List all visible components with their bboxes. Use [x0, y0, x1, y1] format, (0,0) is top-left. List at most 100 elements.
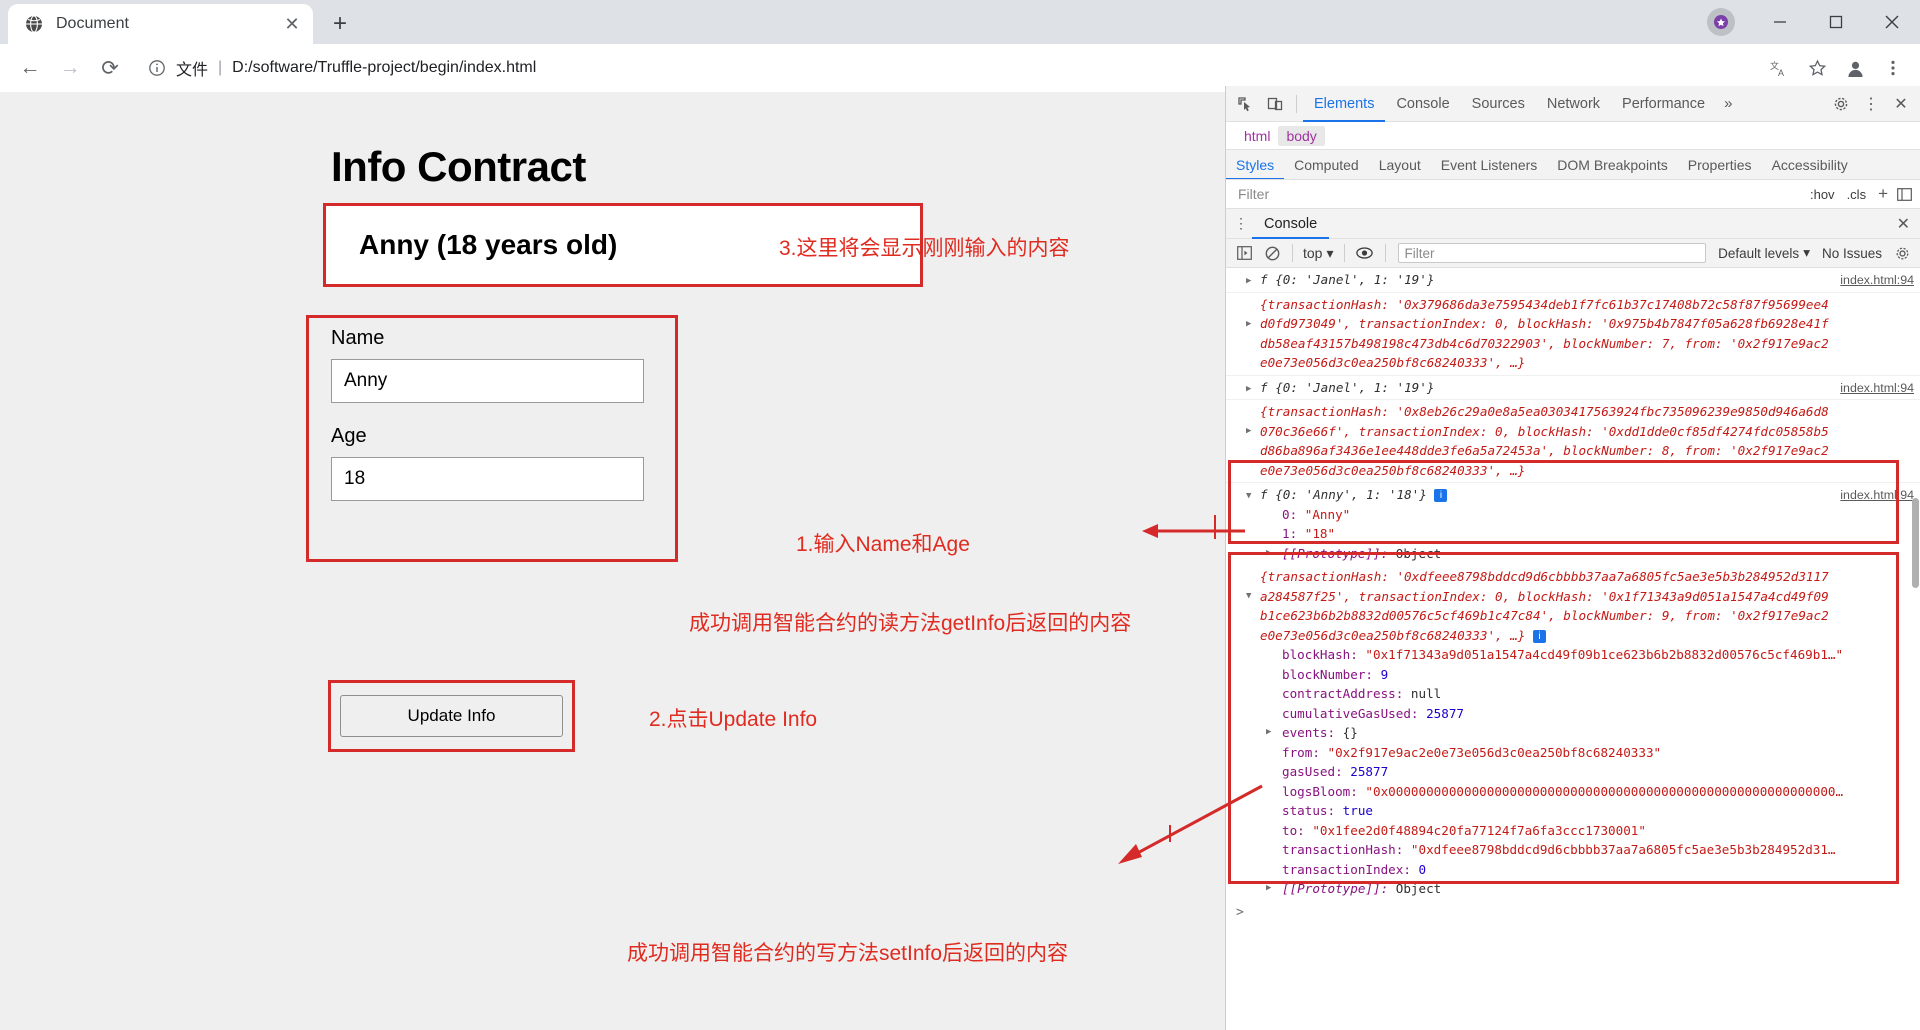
drawer-kebab-icon[interactable]: ⋮ — [1230, 215, 1252, 232]
console-source-link[interactable]: index.html:94 — [1840, 486, 1914, 506]
back-button[interactable]: ← — [10, 48, 50, 88]
expand-arrow-icon[interactable]: ▶ — [1266, 879, 1271, 899]
console-fn-prefix: f — [1260, 379, 1268, 395]
form-spacer — [331, 403, 676, 425]
tab-accessibility[interactable]: Accessibility — [1762, 150, 1858, 179]
info-circle-icon[interactable] — [148, 59, 166, 77]
new-tab-button[interactable]: + — [323, 7, 357, 41]
console-message[interactable]: ▶ {transactionHash: '0x8eb26c29a0e8a5ea0… — [1226, 400, 1920, 483]
console-levels-selector[interactable]: Default levels ▾ — [1712, 245, 1816, 261]
console-message-line: 070c36e66f', transactionIndex: 0, blockH… — [1260, 423, 1829, 439]
tab-console[interactable]: Console — [1385, 86, 1460, 122]
window-controls — [1752, 0, 1920, 44]
info-badge-icon[interactable]: i — [1532, 629, 1546, 643]
forward-button[interactable]: → — [50, 48, 90, 88]
tab-styles[interactable]: Styles — [1226, 150, 1284, 179]
new-style-rule-button[interactable]: + — [1872, 184, 1894, 204]
console-levels-label: Default levels — [1718, 245, 1800, 261]
layout-sidebar-icon[interactable] — [1894, 185, 1914, 203]
hov-button[interactable]: :hov — [1804, 187, 1841, 202]
profile-avatar-icon[interactable] — [1838, 51, 1872, 85]
inspect-element-icon[interactable] — [1230, 90, 1260, 118]
console-sidebar-icon[interactable] — [1230, 241, 1258, 265]
object-property-events[interactable]: ▶ events: {} — [1260, 723, 1920, 743]
property-key: 0: — [1282, 506, 1298, 522]
more-panels-button[interactable]: » — [1716, 95, 1740, 112]
devtools-toolbar-right: ⋮ ✕ — [1826, 90, 1916, 118]
tab-performance[interactable]: Performance — [1611, 86, 1716, 122]
property-value: "18" — [1304, 526, 1336, 541]
address-bar[interactable]: 文件 | D:/software/Truffle-project/begin/i… — [136, 51, 1752, 85]
console-message-expanded[interactable]: ▼ {transactionHash: '0xdfeee8798bddcd9d6… — [1226, 565, 1920, 901]
object-property: to: "0x1fee2d0f48894c20fa77124f7a6fa3ccc… — [1260, 821, 1920, 841]
console-prompt[interactable]: > — [1226, 901, 1920, 924]
console-source-link[interactable]: index.html:94 — [1840, 271, 1914, 291]
object-prototype-row[interactable]: ▶ [[Prototype]]: Object — [1260, 879, 1920, 899]
toolbar-divider — [1296, 94, 1297, 113]
console-context-selector[interactable]: top ▾ — [1299, 245, 1338, 262]
expand-arrow-icon[interactable]: ▶ — [1246, 422, 1251, 442]
browser-tab[interactable]: Document ✕ — [8, 4, 313, 44]
console-filter-input[interactable]: Filter — [1397, 243, 1707, 263]
tab-profile-icon[interactable] — [1707, 8, 1735, 36]
property-key: gasUsed: — [1282, 764, 1343, 779]
tab-event-listeners[interactable]: Event Listeners — [1431, 150, 1548, 179]
no-issues-button[interactable]: No Issues — [1816, 246, 1888, 261]
console-source-link[interactable]: index.html:94 — [1840, 379, 1914, 399]
tab-dom-breakpoints[interactable]: DOM Breakpoints — [1547, 150, 1677, 179]
drawer-tab-console[interactable]: Console — [1252, 209, 1329, 239]
expand-arrow-icon[interactable]: ▶ — [1246, 315, 1251, 335]
console-message[interactable]: ▶ {transactionHash: '0x379686da3e7595434… — [1226, 293, 1920, 376]
info-badge-icon[interactable]: i — [1434, 489, 1448, 502]
tab-layout[interactable]: Layout — [1369, 150, 1431, 179]
live-expression-icon[interactable] — [1351, 241, 1379, 265]
tab-properties[interactable]: Properties — [1678, 150, 1762, 179]
tab-strip: Document ✕ + — [0, 0, 1920, 44]
close-window-button[interactable] — [1864, 0, 1920, 44]
object-property: status: true — [1260, 801, 1920, 821]
name-input[interactable] — [331, 359, 644, 403]
maximize-button[interactable] — [1808, 0, 1864, 44]
more-menu-icon[interactable] — [1876, 51, 1910, 85]
minimize-button[interactable] — [1752, 0, 1808, 44]
collapse-arrow-icon[interactable]: ▼ — [1246, 587, 1251, 607]
age-input[interactable] — [331, 457, 644, 501]
expand-arrow-icon[interactable]: ▶ — [1266, 544, 1271, 564]
cls-button[interactable]: .cls — [1841, 187, 1873, 202]
field-age-group: Age — [331, 425, 676, 501]
console-message[interactable]: ▶ f {0: 'Janel', 1: '19'} index.html:94 — [1226, 268, 1920, 293]
bookmark-star-icon[interactable] — [1800, 51, 1834, 85]
styles-filter-input[interactable]: Filter — [1232, 186, 1804, 202]
clear-console-icon[interactable] — [1258, 241, 1286, 265]
console-message-expanded[interactable]: ▼ f {0: 'Anny', 1: '18'} i index.html:94… — [1226, 483, 1920, 565]
console-settings-gear-icon[interactable] — [1888, 241, 1916, 265]
expand-arrow-icon[interactable]: ▶ — [1246, 380, 1251, 400]
console-output[interactable]: ▶ f {0: 'Janel', 1: '19'} index.html:94 … — [1226, 268, 1920, 1030]
reload-button[interactable]: ⟳ — [90, 48, 130, 88]
device-toolbar-icon[interactable] — [1260, 90, 1290, 118]
collapse-arrow-icon[interactable]: ▼ — [1246, 487, 1251, 507]
object-prototype-row[interactable]: ▶ [[Prototype]]: Object — [1260, 544, 1920, 564]
expand-arrow-icon[interactable]: ▶ — [1266, 723, 1271, 743]
property-key: contractAddress: — [1282, 686, 1404, 701]
breadcrumb-html[interactable]: html — [1236, 126, 1278, 146]
gear-icon[interactable] — [1826, 90, 1856, 118]
expand-arrow-icon[interactable]: ▶ — [1246, 272, 1251, 292]
close-icon[interactable]: ✕ — [281, 13, 303, 35]
tab-elements[interactable]: Elements — [1303, 86, 1385, 122]
tab-computed[interactable]: Computed — [1284, 150, 1369, 179]
devtools-kebab-icon[interactable]: ⋮ — [1856, 90, 1886, 118]
object-property: 0: "Anny" — [1260, 505, 1920, 525]
console-message[interactable]: ▶ f {0: 'Janel', 1: '19'} index.html:94 — [1226, 376, 1920, 400]
tab-sources[interactable]: Sources — [1461, 86, 1536, 122]
translate-icon[interactable]: 文A — [1762, 51, 1796, 85]
styles-filter-bar: Filter :hov .cls + — [1226, 180, 1920, 209]
update-info-button[interactable]: Update Info — [340, 695, 563, 737]
object-property: blockHash: "0x1f71343a9d051a1547a4cd49f0… — [1260, 645, 1920, 665]
tab-network[interactable]: Network — [1536, 86, 1611, 122]
console-scrollbar-thumb[interactable] — [1912, 498, 1919, 588]
breadcrumb-body[interactable]: body — [1278, 125, 1325, 146]
devtools-close-icon[interactable]: ✕ — [1886, 90, 1916, 118]
drawer-close-icon[interactable]: ✕ — [1887, 214, 1920, 234]
console-fn-prefix: f — [1260, 487, 1268, 502]
